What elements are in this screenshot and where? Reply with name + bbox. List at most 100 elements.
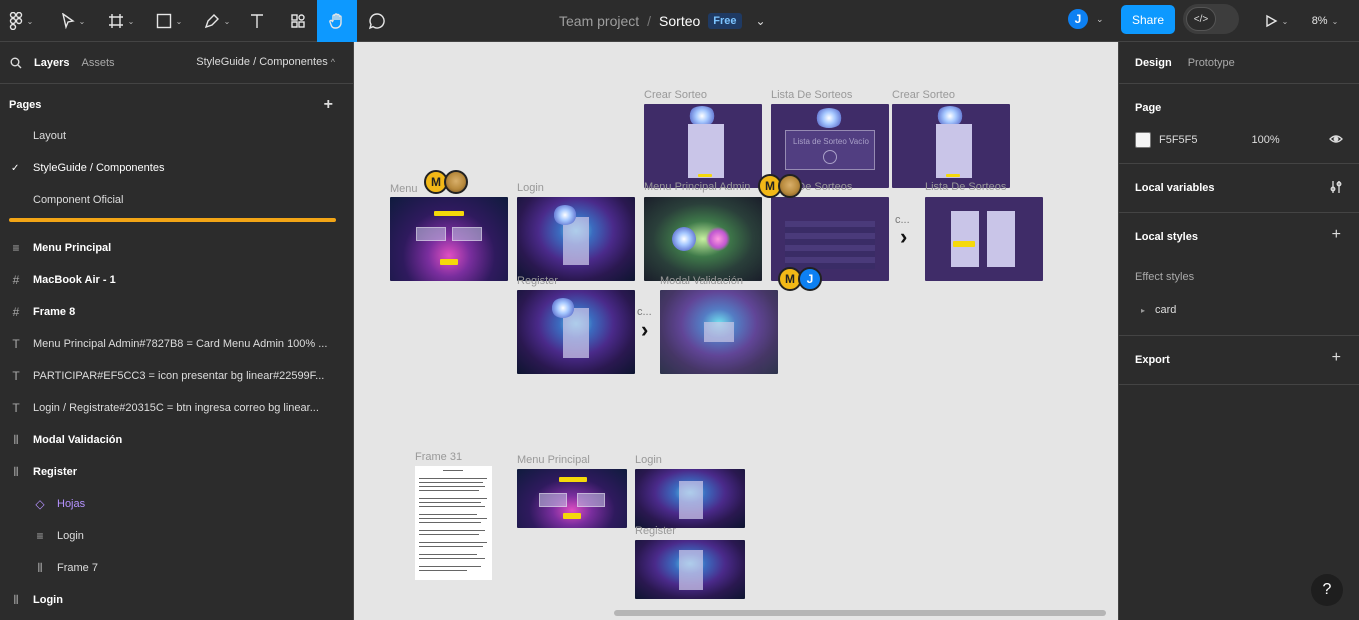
frame-label[interactable]: Menu Principal [517, 454, 590, 466]
resize-bar[interactable] [9, 218, 336, 222]
frame-label[interactable]: Register [517, 275, 558, 287]
layer-label: Frame 8 [33, 306, 76, 318]
sorteos-table [785, 221, 875, 269]
frame-label[interactable]: Crear Sorteo [644, 89, 707, 101]
pen-tool-button[interactable]: ⌄ [199, 0, 235, 42]
frame-label[interactable]: Login [635, 454, 662, 466]
layer-row[interactable]: ≡ Menu Principal [0, 232, 353, 264]
frame-31-document[interactable] [415, 466, 492, 580]
avatar[interactable]: J [1066, 7, 1090, 31]
multiplayer-avatars[interactable]: J ⌄ [1066, 7, 1104, 31]
export-title: Export [1135, 354, 1170, 366]
help-button[interactable]: ? [1311, 574, 1343, 606]
frame-label[interactable]: Modal Validación [660, 275, 743, 287]
hand-tool-button[interactable] [317, 0, 357, 42]
move-icon [61, 13, 75, 29]
flower-image [551, 298, 575, 318]
zoom-level: 8% [1311, 15, 1328, 27]
layer-row[interactable]: T PARTICIPAR#EF5CC3 = icon presentar bg l… [0, 360, 353, 392]
comment-tool-button[interactable] [364, 0, 390, 42]
layer-row[interactable]: ≡ Login [0, 520, 353, 552]
add-style-icon[interactable]: + [1332, 226, 1341, 244]
frame-tool-button[interactable]: ⌄ [104, 0, 138, 42]
page-item[interactable]: ✓ StyleGuide / Componentes [0, 152, 353, 184]
share-button[interactable]: Share [1121, 5, 1175, 34]
layer-row[interactable]: ◇ Hojas [0, 488, 353, 520]
frame-menu-principal[interactable] [517, 469, 627, 528]
frame-label[interactable]: Lista De Sorteos [771, 89, 852, 101]
search-icon[interactable] [10, 57, 22, 69]
add-page-icon[interactable]: + [324, 96, 333, 114]
layer-row[interactable]: # Frame 8 [0, 296, 353, 328]
page-item[interactable]: Layout [0, 120, 353, 152]
layer-row[interactable]: ⦀ Frame 7 [0, 552, 353, 584]
page-item[interactable]: Component Oficial [0, 184, 353, 216]
plan-badge[interactable]: Free [708, 13, 742, 29]
frame-label[interactable]: Register [635, 525, 676, 537]
resources-tool-button[interactable] [285, 0, 311, 42]
text-tool-button[interactable] [245, 0, 269, 42]
figma-menu-button[interactable]: ⌄ [6, 0, 36, 42]
local-variables-title[interactable]: Local variables [1119, 164, 1359, 194]
page-color-hex[interactable]: F5F5F5 [1159, 134, 1198, 146]
tab-design[interactable]: Design [1135, 57, 1172, 69]
layer-row[interactable]: T Menu Principal Admin#7827B8 = Card Menu… [0, 328, 353, 360]
frame-lista-sorteos-detail[interactable] [925, 197, 1043, 281]
submit-button-mini [698, 174, 712, 177]
horizontal-scrollbar[interactable] [614, 610, 1106, 616]
page-selector[interactable]: StyleGuide / Componentes ^ [196, 56, 335, 68]
layer-row[interactable]: ⦀ Modal Validación [0, 424, 353, 456]
tab-layers[interactable]: Layers [34, 57, 69, 69]
frame-modal-validacion[interactable] [660, 290, 778, 374]
zoom-control[interactable]: 8% ⌄ [1305, 0, 1345, 42]
doc-text-line [419, 546, 483, 547]
eye-icon[interactable] [1329, 134, 1343, 144]
dev-mode-toggle[interactable]: </> [1183, 4, 1239, 34]
color-swatch[interactable] [1135, 132, 1151, 148]
move-tool-button[interactable]: ⌄ [56, 0, 90, 42]
frame-label[interactable]: Frame 31 [415, 451, 462, 463]
components-icon [291, 14, 305, 28]
layer-row[interactable]: T Login / Registrate#20315C = btn ingresa… [0, 392, 353, 424]
frame-menu[interactable] [390, 197, 508, 281]
effect-style-item[interactable]: ▸ card [1141, 304, 1176, 316]
frame-label[interactable]: Menu [390, 183, 418, 195]
frame-register[interactable] [517, 290, 635, 374]
file-name[interactable]: Sorteo [659, 13, 700, 29]
collaborator-cursor: M [424, 170, 468, 194]
layer-row[interactable]: # MacBook Air - 1 [0, 264, 353, 296]
team-name[interactable]: Team project [559, 13, 639, 29]
frame-login[interactable] [517, 197, 635, 281]
frame-label[interactable]: Menu Principal Admin [644, 181, 750, 193]
frame-crear-sorteo-2[interactable] [892, 104, 1010, 188]
chevron-down-icon[interactable]: ⌄ [756, 14, 766, 28]
present-button[interactable]: ⌄ [1258, 0, 1294, 42]
doc-text-line [419, 486, 485, 487]
frame-label[interactable]: Lista De Sorteos [925, 181, 1006, 193]
frame-register-2[interactable] [635, 540, 745, 599]
layer-row[interactable]: ⦀ Register [0, 456, 353, 488]
tab-assets[interactable]: Assets [81, 57, 114, 69]
frame-label[interactable]: Login [517, 182, 544, 194]
doc-text-line [419, 506, 485, 507]
canvas[interactable]: Crear Sorteo Lista De Sorteos Lista de S… [354, 42, 1118, 620]
page-opacity[interactable]: 100% [1252, 134, 1280, 146]
frame-crear-sorteo[interactable] [644, 104, 762, 188]
tab-prototype[interactable]: Prototype [1188, 57, 1235, 69]
frame-login-2[interactable] [635, 469, 745, 528]
layer-row[interactable]: ⦀ Login [0, 584, 353, 616]
frame-menu-principal-admin[interactable] [644, 197, 762, 281]
doc-text-line [419, 566, 481, 567]
doc-text-line [443, 470, 463, 471]
pages-list: Layout ✓ StyleGuide / Componentes Component… [0, 120, 353, 216]
frame-label[interactable]: Crear Sorteo [892, 89, 955, 101]
detail-card [951, 211, 979, 267]
page-fill-row[interactable]: F5F5F5 100% [1135, 132, 1280, 148]
add-export-icon[interactable]: + [1332, 349, 1341, 367]
shape-tool-button[interactable]: ⌄ [152, 0, 186, 42]
chevron-down-icon: ⌄ [78, 16, 86, 26]
breadcrumb-separator: / [647, 13, 652, 29]
chevron-right-icon[interactable]: ▸ [1141, 306, 1145, 315]
doc-text-line [419, 502, 481, 503]
variables-settings-icon[interactable] [1329, 180, 1343, 194]
